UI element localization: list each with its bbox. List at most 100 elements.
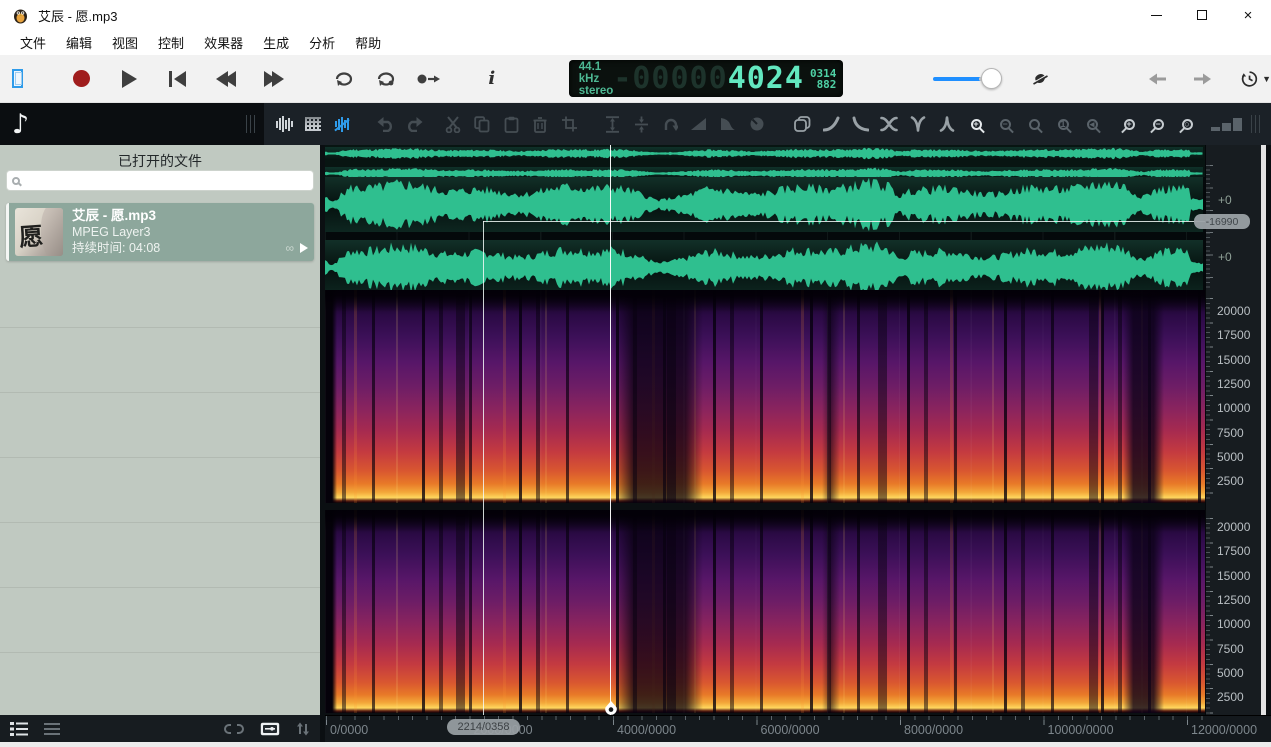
record-append-button[interactable] <box>413 62 443 96</box>
cut-button[interactable] <box>443 114 463 134</box>
editor-canvas[interactable] <box>320 145 1205 715</box>
link-files-button[interactable] <box>224 723 244 735</box>
waveform-view[interactable] <box>325 177 1205 290</box>
expand-vertical-icon <box>605 116 620 133</box>
copy-button[interactable] <box>472 114 492 134</box>
waveform-overview[interactable] <box>325 145 1205 177</box>
trim-button[interactable] <box>559 114 579 134</box>
crop-icon <box>562 116 577 132</box>
quiet-band <box>615 510 703 713</box>
menu-control[interactable]: 控制 <box>148 30 194 55</box>
frequency-ticks <box>1206 518 1213 716</box>
attenuate-button[interactable] <box>631 114 651 134</box>
volume-track[interactable] <box>933 77 987 81</box>
panel-toggle-button[interactable] <box>12 69 23 88</box>
spectrogram-right[interactable] <box>325 510 1205 713</box>
minimize-button[interactable] <box>1133 0 1179 30</box>
amplify-button[interactable] <box>602 114 622 134</box>
file-search-box[interactable] <box>6 170 314 191</box>
drag-handle-icon[interactable] <box>246 115 256 133</box>
timeline-ruler[interactable]: 0/0000 2000/0000 4000/0000 6000/0000 800… <box>325 715 1205 742</box>
transport-toolbar: i 44.1 kHz stereo -000004024 0314 882 <box>0 55 1271 103</box>
undo-button[interactable] <box>375 114 395 134</box>
menu-view[interactable]: 视图 <box>102 30 148 55</box>
clone-button[interactable] <box>792 114 812 134</box>
reverse-button[interactable] <box>660 114 680 134</box>
quiet-band <box>822 510 840 713</box>
vzoom-out-button[interactable]: − <box>1148 114 1168 134</box>
view-combined-button[interactable] <box>332 114 352 134</box>
volume-thumb[interactable] <box>981 68 1002 89</box>
view-waveform-button[interactable] <box>274 114 294 134</box>
split-icon <box>910 116 926 132</box>
file-panel: 已打开的文件 愿 艾辰 - 愿.mp3 MPEG Layer3 持续时间: 04… <box>0 145 320 715</box>
play-button[interactable] <box>115 62 145 96</box>
play-icon <box>122 70 137 88</box>
gain-button[interactable] <box>747 114 767 134</box>
fade-out-button[interactable] <box>718 114 738 134</box>
sort-arrows-button[interactable] <box>296 722 310 736</box>
list-compact-view-button[interactable] <box>44 723 60 735</box>
loop-selection-button[interactable] <box>371 62 401 96</box>
zoom-out-icon: − <box>1000 119 1011 130</box>
menu-help[interactable]: 帮助 <box>345 30 391 55</box>
crossfade-button[interactable] <box>879 114 899 134</box>
menu-effects[interactable]: 效果器 <box>194 30 253 55</box>
menu-edit[interactable]: 编辑 <box>56 30 102 55</box>
nav-back-button[interactable] <box>1143 62 1173 96</box>
paste-button[interactable] <box>501 114 521 134</box>
volume-slider[interactable] <box>933 69 987 89</box>
split-button[interactable] <box>908 114 928 134</box>
arrow-left-icon <box>1149 73 1167 85</box>
zoom-fit-button[interactable] <box>1024 114 1044 134</box>
curve-up-button[interactable] <box>821 114 841 134</box>
info-button[interactable]: i <box>477 62 507 96</box>
history-clock-icon <box>1241 69 1258 89</box>
scale-column[interactable]: +0 +0 -16990 20000 17500 15000 12500 100… <box>1205 145 1261 715</box>
frequency-scale-right: 20000 17500 15000 12500 10000 7500 5000 … <box>1206 512 1261 722</box>
spectrogram-left[interactable] <box>325 290 1205 503</box>
fade-in-button[interactable] <box>689 114 709 134</box>
menu-analyze[interactable]: 分析 <box>299 30 345 55</box>
history-button[interactable]: ▼ <box>1241 62 1271 96</box>
nav-forward-button[interactable] <box>1187 62 1217 96</box>
list-detail-view-button[interactable] <box>10 722 28 736</box>
rewind-button[interactable] <box>211 62 241 96</box>
skip-start-button[interactable] <box>163 62 193 96</box>
redo-button[interactable] <box>404 114 424 134</box>
maximize-button[interactable] <box>1179 0 1225 30</box>
minimap-toggle-button[interactable] <box>260 722 280 736</box>
record-button[interactable] <box>67 62 97 96</box>
trash-icon <box>533 116 547 133</box>
menu-generate[interactable]: 生成 <box>253 30 299 55</box>
merge-button[interactable] <box>937 114 957 134</box>
file-play-icon[interactable] <box>300 243 308 253</box>
delete-button[interactable] <box>530 114 550 134</box>
ghost-digits: -00000 <box>613 61 727 96</box>
loop-button[interactable] <box>329 62 359 96</box>
vzoom-in-button[interactable]: + <box>1119 114 1139 134</box>
zoom-in-button[interactable]: + <box>966 114 986 134</box>
curve-down-button[interactable] <box>850 114 870 134</box>
zoom-out-button[interactable]: − <box>995 114 1015 134</box>
zoom-one-button[interactable]: 1 <box>1053 114 1073 134</box>
mute-button[interactable] <box>1025 62 1055 96</box>
menu-file[interactable]: 文件 <box>10 30 56 55</box>
speaker-mute-icon <box>1030 69 1050 89</box>
view-spectrogram-button[interactable] <box>303 114 323 134</box>
timeline-label: 0/0000 <box>330 723 368 737</box>
toolbar-drag-handle-icon[interactable] <box>1251 115 1261 133</box>
vzoom-reset-button[interactable]: ○ <box>1177 114 1197 134</box>
levels-button[interactable] <box>1216 114 1236 134</box>
search-input[interactable] <box>20 174 313 188</box>
combined-view-icon <box>335 116 349 132</box>
vzoom-out-icon: − <box>1153 119 1164 130</box>
record-append-icon <box>416 71 440 87</box>
file-list-item[interactable]: 愿 艾辰 - 愿.mp3 MPEG Layer3 持续时间: 04:08 ∞ <box>6 203 314 261</box>
zoom-back-button[interactable]: ◂ <box>1082 114 1102 134</box>
close-button[interactable]: × <box>1225 0 1271 30</box>
sidebar-statusbar <box>0 715 320 742</box>
loop-selection-icon <box>375 70 397 88</box>
quiet-band <box>1123 290 1163 503</box>
fast-forward-button[interactable] <box>259 62 289 96</box>
